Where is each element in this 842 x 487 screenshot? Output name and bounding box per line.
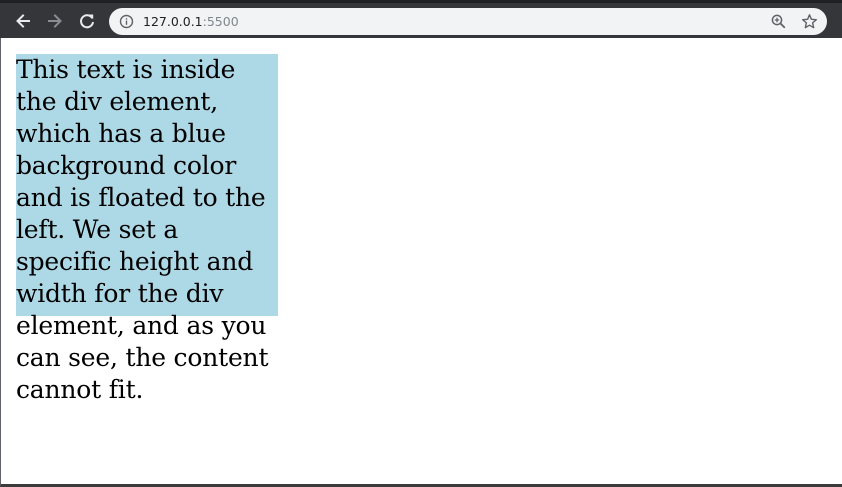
forward-button[interactable] <box>43 9 67 33</box>
browser-toolbar: 127.0.0.1:5500 <box>0 0 842 38</box>
floated-div-text: This text is inside the div element, whi… <box>16 55 269 404</box>
zoom-icon[interactable] <box>771 14 786 29</box>
page-viewport: This text is inside the div element, whi… <box>0 38 842 487</box>
address-bar[interactable]: 127.0.0.1:5500 <box>109 8 827 35</box>
back-button[interactable] <box>11 9 35 33</box>
url-port: :5500 <box>202 14 239 29</box>
info-icon[interactable] <box>119 14 134 29</box>
back-arrow-icon <box>16 14 30 28</box>
url-text[interactable]: 127.0.0.1:5500 <box>143 8 239 35</box>
star-icon[interactable] <box>801 13 818 30</box>
reload-icon <box>80 14 94 29</box>
url-host: 127.0.0.1 <box>143 14 203 29</box>
reload-button[interactable] <box>75 9 99 33</box>
forward-arrow-icon <box>48 14 62 28</box>
